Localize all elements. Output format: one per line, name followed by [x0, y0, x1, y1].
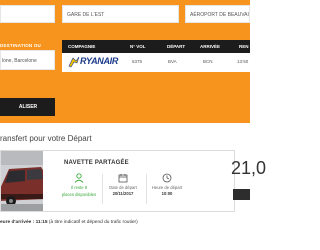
to-value: AÉROPORT DE BEAUVAIS — [190, 12, 249, 18]
date-value: 20/11/2017 — [112, 191, 134, 196]
users-icon — [74, 173, 84, 183]
col-extra: REN — [239, 44, 249, 49]
flight-table-header: COMPAGNIE N° VOL DÉPART ARRIVÉE REN — [62, 40, 250, 53]
destination-field[interactable]: lone, Barcelone — [0, 50, 55, 70]
validate-button[interactable]: ALISER — [0, 98, 55, 116]
destination-value: lone, Barcelone — [2, 58, 37, 64]
ryanair-logo: RYANAIR — [68, 55, 120, 69]
price: 21,0 — [231, 158, 267, 178]
price-column: 21,0 — [189, 151, 266, 211]
transfer-title: NAVETTE PARTAGÉE — [64, 160, 129, 166]
van-image — [1, 151, 43, 211]
col-flight-number: N° VOL — [130, 44, 146, 49]
ryanair-harp-logo — [68, 56, 80, 68]
seats-line2: places disponibles — [61, 192, 97, 197]
flight-time: 13:50 — [237, 59, 249, 64]
from-value: GARE DE L'EST — [67, 12, 105, 18]
van-icon — [1, 151, 43, 211]
book-button[interactable] — [233, 189, 250, 200]
time-info: Heure de départ 10:00 — [147, 173, 187, 196]
to-field[interactable]: AÉROPORT DE BEAUVAIS — [185, 5, 250, 23]
col-departure: DÉPART — [167, 44, 186, 49]
col-company: COMPAGNIE — [68, 44, 96, 49]
arrival-disclaimer: (à titre indicatif et dépend du trafic r… — [48, 220, 138, 225]
arrival-time: 11:15 — [35, 220, 48, 225]
date-info: Date de départ 20/11/2017 — [103, 173, 143, 196]
seats-line1: Il reste 8 — [70, 185, 88, 190]
from-field[interactable]: GARE DE L'EST — [62, 5, 179, 23]
flight-departure: BVA — [168, 59, 177, 64]
date-label: Date de départ — [109, 185, 137, 190]
search-panel: GARE DE L'EST AÉROPORT DE BEAUVAIS DESTI… — [0, 0, 250, 123]
destination-label: DESTINATION OU — [0, 43, 41, 48]
arrival-note: eure d'arrivée : 11:15 (à titre indicati… — [0, 220, 138, 225]
seats-info: Il reste 8 places disponibles — [59, 173, 99, 197]
time-value: 10:00 — [161, 191, 173, 196]
section-title: ransfert pour votre Départ — [0, 134, 92, 143]
calendar-icon — [118, 174, 128, 183]
transfer-card: NAVETTE PARTAGÉE Il reste 8 places dispo… — [0, 150, 266, 212]
flight-table: COMPAGNIE N° VOL DÉPART ARRIVÉE REN RYAN… — [62, 40, 250, 72]
flight-arrival: BCN — [203, 59, 213, 64]
airline-name: RYANAIR — [80, 56, 119, 66]
clock-icon — [162, 173, 172, 183]
time-label: Heure de départ — [151, 185, 183, 190]
pickup-field[interactable] — [0, 5, 55, 23]
arrival-prefix: eure d'arrivée : — [0, 220, 35, 225]
col-arrival: ARRIVÉE — [200, 44, 221, 49]
flight-number: 6375 — [132, 59, 143, 64]
